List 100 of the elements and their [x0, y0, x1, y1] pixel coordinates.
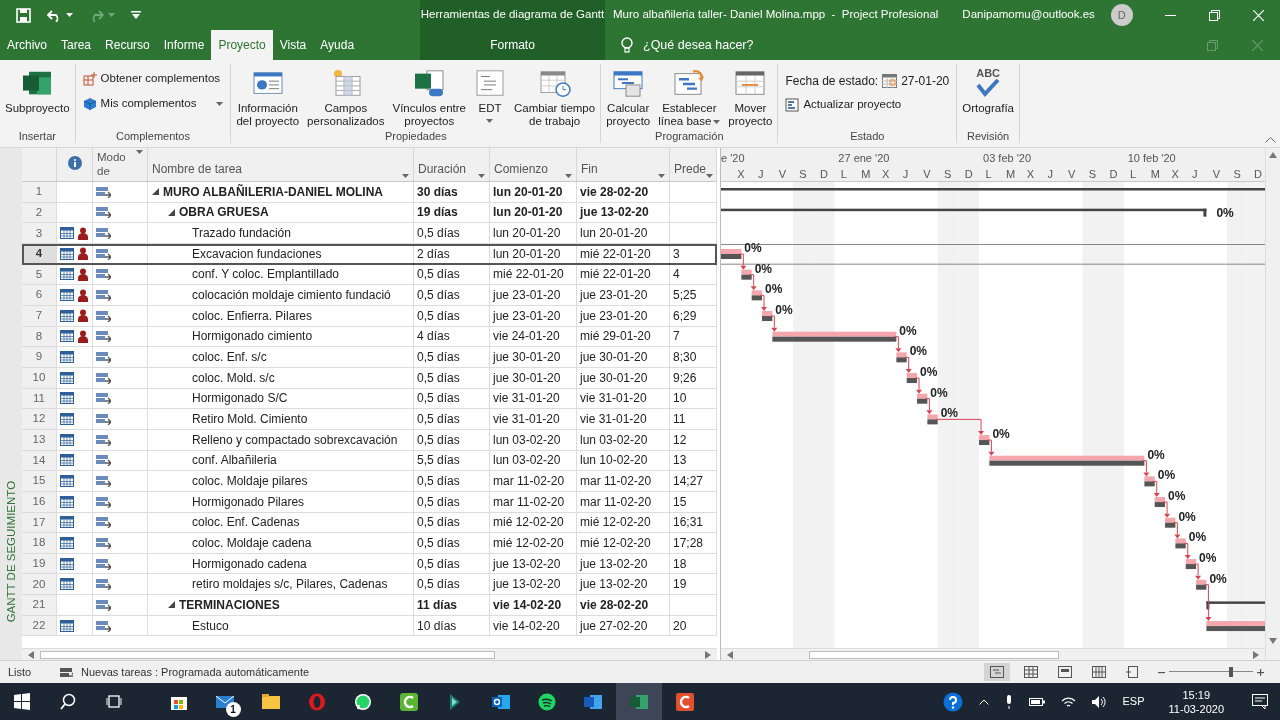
day-label: D [964, 167, 973, 181]
group-label: Insertar [17, 130, 57, 143]
day-label: V [1068, 167, 1076, 181]
ribbon-button[interactable]: Vínculos entre proyectos [390, 68, 468, 128]
ribbon-button[interactable]: EDT [472, 68, 508, 123]
row-number: 21 [32, 597, 46, 613]
start-date: vie 24-01-20 [493, 328, 560, 346]
percent-label: 0% [1147, 447, 1165, 462]
percent-label: 0% [1188, 530, 1207, 545]
task-name[interactable]: Retiro Mold. Cimiento [192, 410, 308, 429]
task-name[interactable]: OBRA GRUESA [179, 203, 269, 222]
column-header[interactable]: Prede [674, 160, 707, 178]
row-number: 10 [32, 370, 46, 386]
duration-value: 11 días [417, 596, 458, 614]
duration-value: 19 días [417, 204, 458, 222]
taskbar-app[interactable]: 1 [202, 683, 248, 720]
ribbon-button[interactable]: Calcular proyecto [604, 68, 653, 128]
duration-value: 0,5 días [417, 473, 460, 490]
start-date: mié 22-01-20 [493, 266, 564, 284]
task-name[interactable]: colocación moldaje cimiento fundació [192, 286, 391, 305]
task-name[interactable]: coloc. Enf. s/c [192, 348, 267, 367]
day-label: V [778, 167, 786, 181]
ribbon-tab[interactable]: Ayuda [313, 30, 362, 60]
new-tasks-mode[interactable]: Nuevas tareas : Programada automáticamente [73, 663, 310, 681]
avatar[interactable]: D [1110, 4, 1133, 26]
predecessor-value: 3 [673, 245, 680, 263]
percent-label: 0% [1216, 205, 1234, 220]
finish-date: vie 31-01-20 [580, 411, 647, 429]
clock-time[interactable]: 15:19 [1182, 687, 1211, 702]
row-number: 13 [32, 432, 46, 448]
status-date-value[interactable]: 27-01-20 [901, 72, 950, 90]
percent-label: 0% [940, 406, 959, 421]
task-name[interactable]: Relleno y compactado sobrexcavación [192, 430, 398, 449]
predecessor-value: 9;26 [673, 369, 697, 387]
ribbon-tab[interactable]: Proyecto [211, 30, 273, 60]
day-label: D [820, 167, 828, 181]
ribbon-tab[interactable]: Vista [272, 30, 314, 60]
task-name[interactable]: Hormigonado cadena [192, 554, 307, 573]
day-label: V [1212, 167, 1221, 181]
column-header[interactable]: Fin [581, 160, 598, 178]
column-header[interactable]: Nombre de tarea [152, 160, 243, 178]
search-field[interactable]: ¿Qué desea hacer? [641, 34, 801, 56]
ribbon-tab[interactable]: Informe [156, 30, 212, 60]
icon-caption: ABC [976, 68, 1001, 79]
column-header[interactable]: Modo de [97, 150, 127, 178]
day-label: J [1192, 167, 1198, 181]
ribbon-button[interactable]: Obtener complementos [78, 68, 228, 90]
task-name[interactable]: coloc. Enfierra. Pilares [192, 306, 313, 325]
task-name[interactable]: MURO ALBAÑILERIA-DANIEL MOLINA [163, 182, 383, 201]
task-name[interactable]: Estuco [192, 616, 229, 635]
day-label: X [737, 167, 745, 181]
percent-label: 0% [1199, 551, 1217, 566]
ribbon-tab[interactable]: Tarea [54, 30, 99, 60]
task-name[interactable]: Trazado fundación [192, 224, 291, 243]
column-header[interactable]: Comienzo [494, 160, 549, 178]
ribbon-tab[interactable]: Recurso [98, 30, 157, 60]
language-indicator[interactable]: ESP [1122, 693, 1145, 710]
start-date: vie 31-01-20 [493, 390, 560, 408]
ribbon-button[interactable]: Mover proyecto [726, 68, 775, 128]
task-name[interactable]: conf. Albañileria [192, 451, 277, 470]
day-label: D [1109, 167, 1118, 181]
task-name[interactable]: Excavacion fundaciones [192, 244, 322, 263]
task-name[interactable]: retiro moldajes s/c, Pilares, Cadenas [192, 575, 388, 594]
column-header[interactable]: Duración [418, 160, 467, 178]
day-label: S [1088, 167, 1097, 181]
start-date: mié 12-02-20 [493, 514, 564, 532]
duration-value: 0,5 días [417, 411, 460, 429]
ribbon-button[interactable]: Información del proyecto [234, 68, 302, 128]
day-label: J [1047, 167, 1053, 181]
row-number: 16 [32, 494, 46, 510]
ribbon-button[interactable]: Campos personalizados [305, 68, 387, 128]
task-name[interactable]: Hormigonado Pilares [192, 492, 305, 511]
task-name[interactable]: Hormigonado S/C [192, 389, 288, 408]
ribbon-button[interactable]: ABC Ortografía [960, 68, 1016, 115]
ribbon-button[interactable]: Mis complementos [78, 93, 228, 115]
task-name[interactable]: coloc. Mold. s/c [192, 368, 275, 387]
predecessor-value: 8;30 [673, 349, 697, 367]
task-name[interactable]: Hormigonado cimiento [192, 327, 313, 346]
finish-date: jue 13-02-20 [580, 204, 649, 222]
ribbon-button[interactable]: Actualizar proyecto [781, 94, 954, 116]
task-name[interactable]: conf. Y coloc. Emplantillado [192, 265, 339, 284]
ribbon-button[interactable]: Cambiar tiempo de trabajo [512, 68, 598, 128]
finish-date: jue 23-01-20 [580, 307, 648, 325]
predecessor-value: 12 [673, 431, 687, 449]
start-date: vie 14-02-20 [493, 617, 560, 635]
task-name[interactable]: coloc. Moldaje pilares [192, 472, 308, 490]
task-name[interactable]: coloc. Enf. Cadenas [192, 513, 300, 532]
finish-date: mar 11-02-20 [580, 493, 652, 511]
predecessor-value: 16;31 [673, 514, 704, 532]
day-label: D [1254, 167, 1263, 181]
task-name[interactable]: coloc. Moldaje cadena [192, 534, 312, 552]
clock-date[interactable]: 11-03-2020 [1168, 701, 1224, 716]
finish-date: mar 11-02-20 [580, 473, 652, 490]
ribbon-button[interactable]: Establecer línea base [656, 68, 723, 128]
task-name[interactable]: TERMINACIONES [179, 595, 280, 614]
ribbon-button[interactable]: Subproyecto [3, 68, 72, 115]
duration-value: 0,5 días [417, 349, 460, 367]
duration-value: 0,5 días [417, 225, 460, 243]
row-number: 5 [35, 266, 43, 282]
ribbon-tab[interactable]: Archivo [0, 30, 54, 60]
